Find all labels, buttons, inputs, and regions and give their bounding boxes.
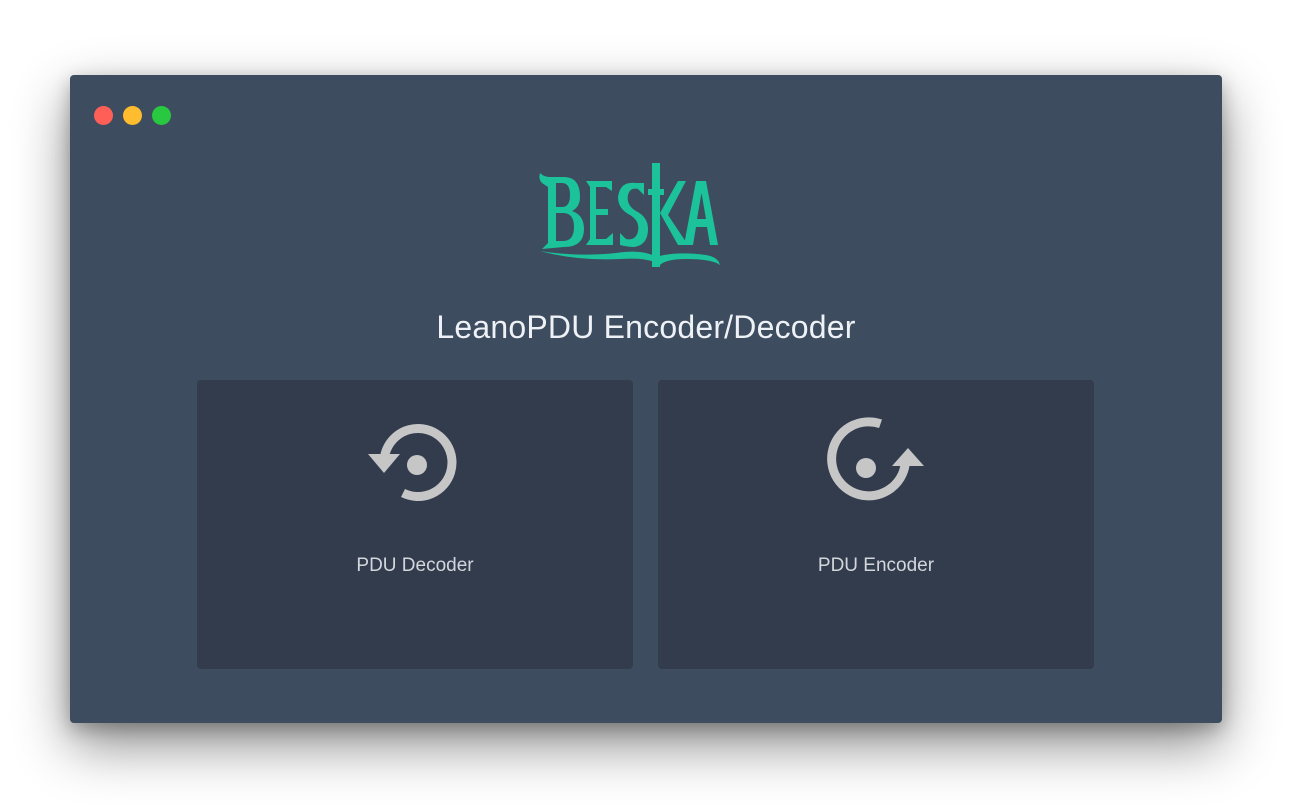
app-title: LeanoPDU Encoder/Decoder xyxy=(436,309,856,345)
close-button[interactable] xyxy=(94,106,113,125)
app-window: LeanoPDU Encoder/Decoder PDU Decoder PDU… xyxy=(70,75,1222,723)
pdu-encoder-label: PDU Encoder xyxy=(817,555,935,576)
beskad-logo xyxy=(539,163,720,267)
minimize-button[interactable] xyxy=(123,106,142,125)
rotate-counterclockwise-icon xyxy=(368,424,457,501)
pdu-decoder-card[interactable]: PDU Decoder xyxy=(197,380,633,669)
maximize-button[interactable] xyxy=(152,106,171,125)
pdu-encoder-card[interactable]: PDU Encoder xyxy=(658,380,1094,669)
window-controls xyxy=(94,106,171,125)
pdu-decoder-label: PDU Decoder xyxy=(356,555,474,576)
rotate-clockwise-icon xyxy=(827,417,924,501)
